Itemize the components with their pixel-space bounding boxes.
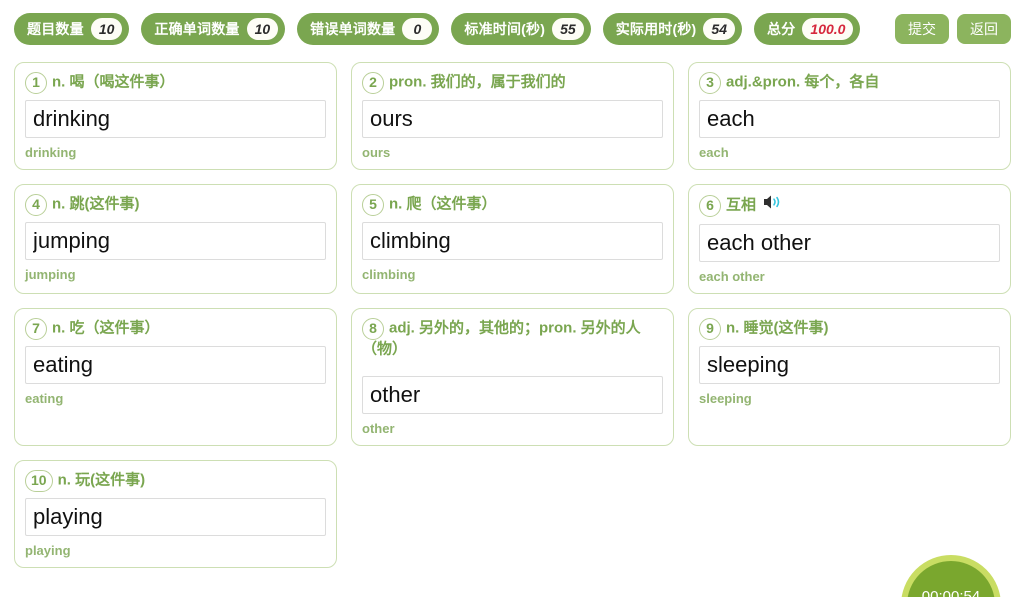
question-header: 8 adj. 另外的，其他的；pron. 另外的人（物） <box>362 318 663 370</box>
question-header: 7 n. 吃（这件事） <box>25 318 326 340</box>
question-prompt: pron. 我们的，属于我们的 <box>389 73 566 91</box>
question-card: 1 n. 喝（喝这件事） drinking <box>14 62 337 170</box>
stat-value: 55 <box>552 18 584 40</box>
answer-input[interactable] <box>362 100 663 138</box>
stat-value: 10 <box>90 18 123 40</box>
answer-input[interactable] <box>25 100 326 138</box>
correct-answer-text: each other <box>699 269 765 284</box>
stat-label: 总分 <box>767 21 796 37</box>
correct-answer-text: jumping <box>25 267 76 282</box>
question-card: 6 互相 each other <box>688 184 1011 294</box>
question-number-badge: 4 <box>25 194 47 216</box>
question-header: 3 adj.&pron. 每个，各自 <box>699 72 1000 94</box>
question-prompt: n. 吃（这件事） <box>52 319 160 337</box>
header-actions: 提交 返回 <box>895 14 1011 44</box>
question-prompt: n. 玩(这件事) <box>57 471 146 489</box>
stat-pill-1: 题目数量 10 <box>14 13 130 45</box>
header-bar: 题目数量 10 正确单词数量 10 错误单词数量 0 标准时间(秒) 55 实际用时(秒) 54 总… <box>0 0 1025 58</box>
answer-input[interactable] <box>699 224 1000 262</box>
stat-pill-5: 实际用时(秒) 54 <box>602 13 742 45</box>
question-prompt: 互相 <box>726 196 757 214</box>
correct-answer-text: drinking <box>25 145 77 160</box>
question-grid: 1 n. 喝（喝这件事） drinking 2 pron. 我们的，属于我们的 ours 3… <box>0 58 1025 597</box>
answer-input[interactable] <box>362 222 663 260</box>
question-card: 4 n. 跳(这件事) jumping <box>14 184 337 294</box>
question-card: 5 n. 爬（这件事） climbing <box>351 184 674 294</box>
question-header: 4 n. 跳(这件事) <box>25 194 326 216</box>
stat-value: 54 <box>703 18 735 40</box>
question-number-badge: 3 <box>699 72 721 94</box>
correct-answer-text: climbing <box>362 267 416 282</box>
question-header: 1 n. 喝（喝这件事） <box>25 72 326 94</box>
answer-input[interactable] <box>25 346 326 384</box>
stat-pill-3: 错误单词数量 0 <box>297 13 440 45</box>
question-header: 6 互相 <box>699 194 1000 218</box>
question-card: 3 adj.&pron. 每个，各自 each <box>688 62 1011 170</box>
correct-answer-text: playing <box>25 543 71 558</box>
question-header: 10 n. 玩(这件事) <box>25 470 326 492</box>
stat-value: 100.0 <box>802 18 854 40</box>
question-number-badge: 10 <box>25 470 53 492</box>
stat-label: 实际用时(秒) <box>615 21 697 37</box>
correct-answer-text: each <box>699 145 729 160</box>
question-number-badge: 8 <box>362 318 384 340</box>
stat-label: 题目数量 <box>27 21 84 37</box>
question-prompt: adj. 另外的，其他的；pron. 另外的人（物） <box>362 319 641 358</box>
question-prompt: n. 爬（这件事） <box>389 195 497 213</box>
timer-time: 00:00:54 <box>921 587 981 597</box>
answer-input[interactable] <box>699 346 1000 384</box>
correct-answer-text: other <box>362 421 395 436</box>
submit-button[interactable]: 提交 <box>895 14 949 44</box>
speaker-icon[interactable] <box>762 193 782 217</box>
question-card: 9 n. 睡觉(这件事) sleeping <box>688 308 1011 446</box>
back-button[interactable]: 返回 <box>957 14 1011 44</box>
question-number-badge: 5 <box>362 194 384 216</box>
stat-label: 错误单词数量 <box>310 21 396 37</box>
question-number-badge: 1 <box>25 72 47 94</box>
question-number-badge: 6 <box>699 195 721 217</box>
question-prompt: n. 睡觉(这件事) <box>726 319 829 337</box>
question-card: 7 n. 吃（这件事） eating <box>14 308 337 446</box>
question-prompt: n. 喝（喝这件事） <box>52 73 175 91</box>
answer-input[interactable] <box>25 498 326 536</box>
question-header: 9 n. 睡觉(这件事) <box>699 318 1000 340</box>
stat-pill-2: 正确单词数量 10 <box>141 13 286 45</box>
question-number-badge: 2 <box>362 72 384 94</box>
question-card: 10 n. 玩(这件事) playing <box>14 460 337 568</box>
question-number-badge: 9 <box>699 318 721 340</box>
question-header: 5 n. 爬（这件事） <box>362 194 663 216</box>
question-header: 2 pron. 我们的，属于我们的 <box>362 72 663 94</box>
stat-pill-6: 总分 100.0 <box>754 13 861 45</box>
correct-answer-text: ours <box>362 145 391 160</box>
question-number-badge: 7 <box>25 318 47 340</box>
question-card: 2 pron. 我们的，属于我们的 ours <box>351 62 674 170</box>
answer-input[interactable] <box>25 222 326 260</box>
question-card: 8 adj. 另外的，其他的；pron. 另外的人（物） other <box>351 308 674 446</box>
answer-input[interactable] <box>699 100 1000 138</box>
question-prompt: adj.&pron. 每个，各自 <box>726 73 880 91</box>
stat-value: 10 <box>246 18 279 40</box>
answer-input[interactable] <box>362 376 663 414</box>
stat-label: 标准时间(秒) <box>464 21 546 37</box>
timer-badge: 00:00:54 计时器 <box>901 555 1001 597</box>
correct-answer-text: sleeping <box>699 391 752 406</box>
stat-label: 正确单词数量 <box>154 21 240 37</box>
stat-value: 0 <box>402 18 433 40</box>
stat-pill-4: 标准时间(秒) 55 <box>451 13 591 45</box>
correct-answer-text: eating <box>25 391 64 406</box>
question-prompt: n. 跳(这件事) <box>52 195 140 213</box>
